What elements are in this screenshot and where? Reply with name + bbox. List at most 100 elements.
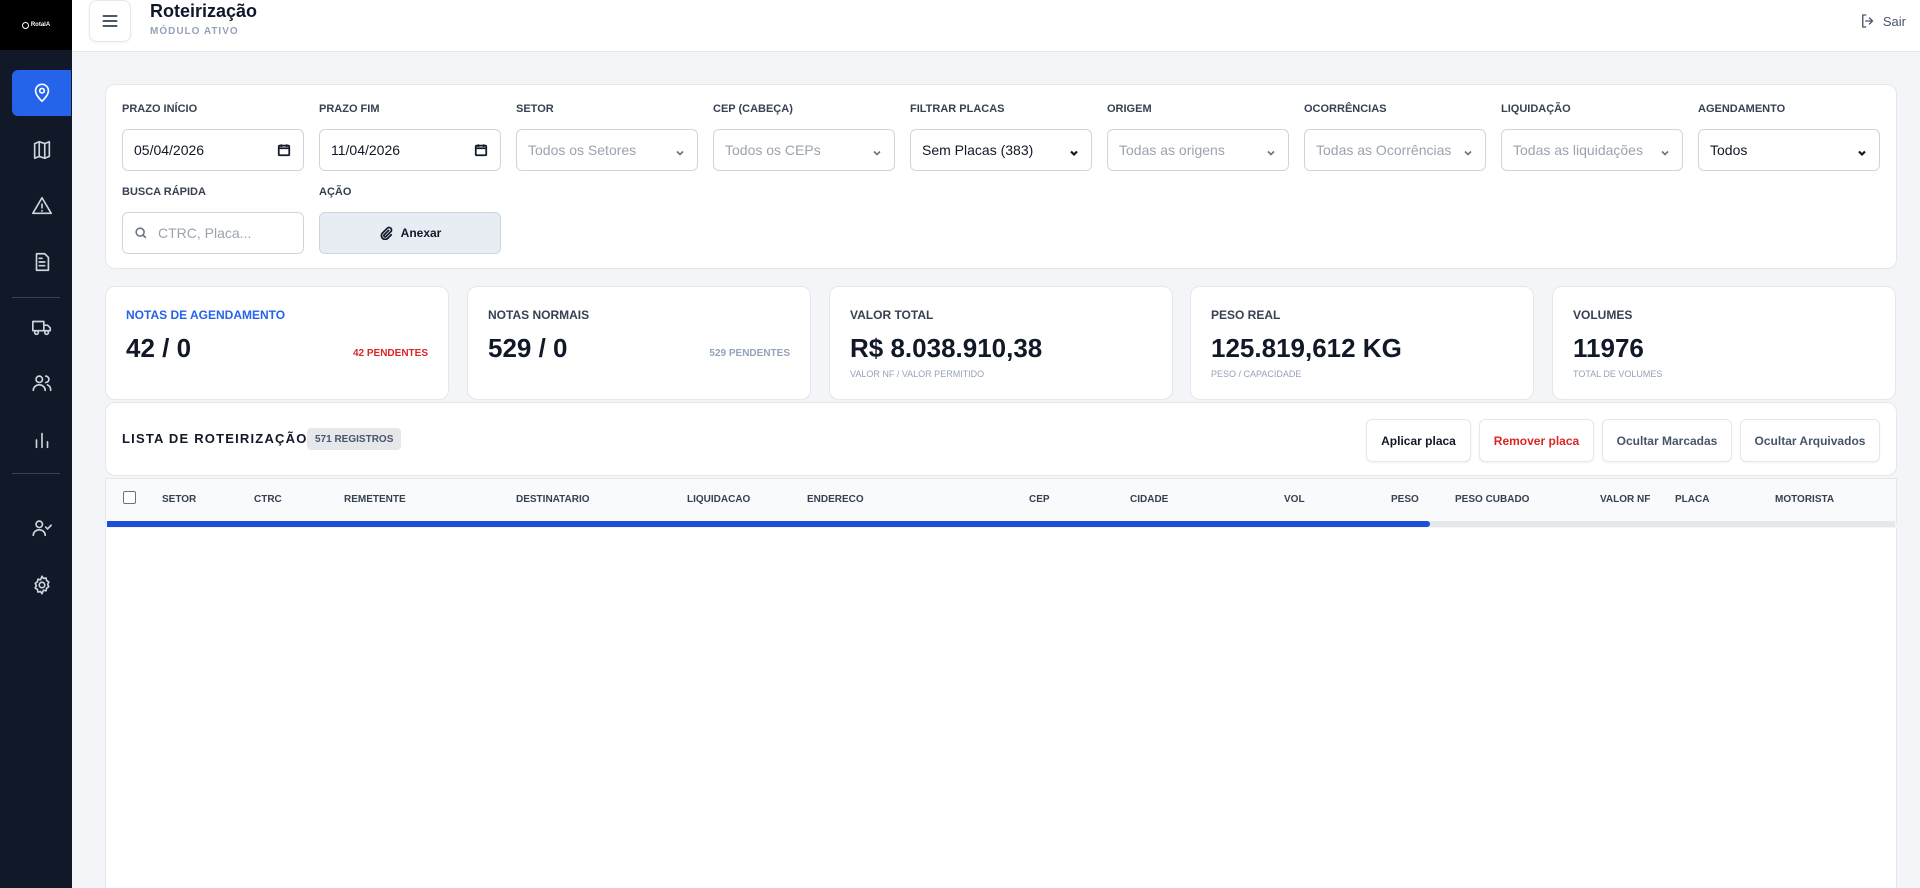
column-header[interactable]: CEP [1029,494,1050,505]
logout-label: Sair [1882,13,1906,29]
card-value: R$ 8.038.910,38 [850,333,1043,363]
label-agendamento: AGENDAMENTO [1698,103,1786,115]
paperclip-icon [380,226,392,240]
chevron-down-icon [872,145,882,156]
chevron-down-icon [1463,145,1473,156]
field-agendamento: AGENDAMENTO Todos [1698,103,1880,171]
field-prazo-inicio: PRAZO INÍCIO 05/04/2026 [122,103,304,171]
nav-usuarios[interactable] [12,360,71,406]
prazo-inicio-value: 05/04/2026 [134,142,205,158]
nav-ocorrencias[interactable] [12,183,71,229]
loading-progress-fill [107,521,1431,527]
label-busca: BUSCA RÁPIDA [122,186,206,198]
users-icon [31,375,52,392]
hide-archived-button[interactable]: Ocultar Arquivados [1740,419,1880,462]
prazo-fim-value: 11/04/2026 [331,142,401,158]
label-ocorrencias: OCORRÊNCIAS [1304,103,1387,115]
remove-plate-button[interactable]: Remover placa [1479,419,1594,462]
logo-globe-icon [21,21,29,29]
column-header[interactable]: REMETENTE [344,494,406,505]
logo: RotaIA [0,0,72,50]
menu-toggle-button[interactable] [89,0,131,42]
logo-text: RotaIA [30,22,51,28]
search-input[interactable]: CTRC, Placa... [122,212,304,254]
column-header[interactable]: PLACA [1675,494,1709,505]
field-origem: ORIGEM Todas as origens [1107,103,1289,171]
field-liquidacao: LIQUIDAÇÃO Todas as liquidações [1501,103,1683,171]
column-header[interactable]: CIDADE [1130,494,1168,505]
prazo-fim-input[interactable]: 11/04/2026 [319,129,501,171]
filters-panel: PRAZO INÍCIO 05/04/2026 PRAZO FIM 11/04/… [105,84,1897,269]
card-value: 125.819,612 KG [1211,333,1402,363]
calendar-icon[interactable] [474,143,488,157]
label-origem: ORIGEM [1107,103,1152,115]
apply-plate-button[interactable]: Aplicar placa [1366,419,1471,462]
label-prazo-inicio: PRAZO INÍCIO [122,103,198,115]
search-icon [134,226,148,240]
column-header[interactable]: DESTINATARIO [516,494,590,505]
chevron-down-icon [1069,145,1079,157]
card-sub: PESO / CAPACIDADE [1211,369,1302,379]
column-header[interactable]: CTRC [254,494,282,505]
chevron-down-icon [1660,145,1670,156]
column-header[interactable]: PESO [1391,494,1419,505]
liquidacao-select[interactable]: Todas as liquidações [1501,129,1683,171]
field-acao: AÇÃO Anexar [319,186,501,254]
nav-mapas[interactable] [12,127,71,173]
column-header[interactable]: VALOR NF [1600,494,1650,505]
nav-perfil[interactable] [12,505,71,551]
label-placas: FILTRAR PLACAS [910,103,1005,115]
card-label: NOTAS NORMAIS [488,308,590,322]
column-header[interactable]: ENDERECO [807,494,864,505]
card-pending: 529 PENDENTES [709,348,790,359]
truck-icon [31,320,51,336]
ocorrencias-select[interactable]: Todas as Ocorrências [1304,129,1486,171]
calendar-icon[interactable] [277,143,291,157]
column-header[interactable]: MOTORISTA [1775,494,1834,505]
map-book-icon [33,140,50,160]
placas-select[interactable]: Sem Placas (383) [910,129,1092,171]
label-acao: AÇÃO [319,186,352,198]
chevron-down-icon [1857,145,1867,157]
attach-button[interactable]: Anexar [319,212,501,254]
card-label: NOTAS DE AGENDAMENTO [126,308,286,322]
placas-value: Sem Placas (383) [922,142,1034,158]
card-label: PESO REAL [1211,308,1281,322]
card-label: VOLUMES [1573,308,1633,322]
setor-select[interactable]: Todos os Setores [516,129,698,171]
column-header[interactable]: LIQUIDACAO [687,494,750,505]
nav-roteirizacao[interactable] [12,70,71,116]
card-sub: VALOR NF / VALOR PERMITIDO [850,369,985,379]
card-notas-agendamento: NOTAS DE AGENDAMENTO 42 / 0 42 PENDENTES [105,286,449,400]
label-setor: SETOR [516,103,554,115]
cep-select[interactable]: Todos os CEPs [713,129,895,171]
agendamento-select[interactable]: Todos [1698,129,1880,171]
nav-veiculos[interactable] [12,304,71,350]
nav-configuracoes[interactable] [12,562,71,608]
prazo-inicio-input[interactable]: 05/04/2026 [122,129,304,171]
card-notas-normais: NOTAS NORMAIS 529 / 0 529 PENDENTES [467,286,811,400]
hamburger-icon [102,15,118,27]
chevron-down-icon [675,145,685,156]
chevron-down-icon [1266,145,1276,156]
hide-marked-button[interactable]: Ocultar Marcadas [1602,419,1732,462]
nav-documentos[interactable] [12,239,71,285]
label-liquidacao: LIQUIDAÇÃO [1501,103,1571,115]
select-all-checkbox[interactable] [123,491,136,504]
card-sub: TOTAL DE VOLUMES [1573,369,1663,379]
logout-icon [1861,14,1874,28]
sidebar: RotaIA [0,0,72,888]
ocorrencias-placeholder: Todas as Ocorrências [1316,142,1452,158]
logout-button[interactable]: Sair [1859,12,1906,30]
label-prazo-fim: PRAZO FIM [319,103,380,115]
column-header[interactable]: VOL [1284,494,1305,505]
origem-select[interactable]: Todas as origens [1107,129,1289,171]
page-title: Roteirização [150,1,258,21]
nav-relatorios[interactable] [12,417,71,463]
field-busca: BUSCA RÁPIDA CTRC, Placa... [122,186,304,254]
agendamento-value: Todos [1710,142,1748,158]
column-header[interactable]: SETOR [162,494,196,505]
nav-separator [12,473,60,474]
column-header[interactable]: PESO CUBADO [1455,494,1529,505]
search-placeholder: CTRC, Placa... [158,225,252,241]
